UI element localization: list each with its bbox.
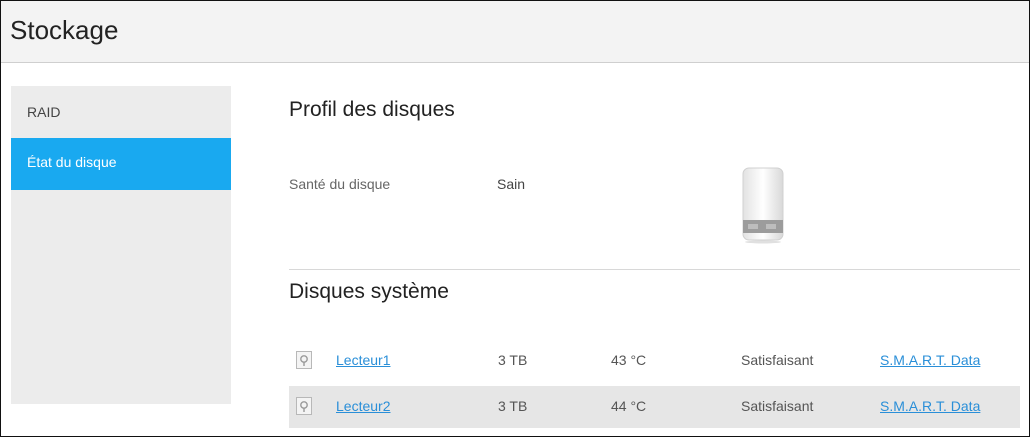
smart-data-link[interactable]: S.M.A.R.T. Data xyxy=(880,352,980,368)
drive-status: Satisfaisant xyxy=(741,398,814,414)
title-bar: Stockage xyxy=(1,1,1029,63)
system-disks-heading: Disques système xyxy=(289,280,449,303)
sidebar-item-disk-status[interactable]: État du disque xyxy=(11,138,231,190)
drive-link[interactable]: Lecteur2 xyxy=(336,398,390,414)
sidebar: RAID État du disque xyxy=(11,86,231,404)
smart-data-link[interactable]: S.M.A.R.T. Data xyxy=(880,398,980,414)
disk-health-label: Santé du disque xyxy=(289,176,391,192)
disk-icon xyxy=(296,397,312,415)
nas-drive-icon xyxy=(742,167,784,244)
drive-size: 3 TB xyxy=(498,352,528,368)
drive-temperature: 43 °C xyxy=(611,352,647,368)
disk-profile-heading: Profil des disques xyxy=(289,98,455,121)
drive-temperature: 44 °C xyxy=(611,398,647,414)
disk-health-value: Sain xyxy=(497,176,526,192)
drive-link[interactable]: Lecteur1 xyxy=(336,352,390,368)
table-row: Lecteur1 3 TB 43 °C Satisfaisant S.M.A.R… xyxy=(289,340,1020,382)
section-divider xyxy=(289,269,1020,270)
drive-status: Satisfaisant xyxy=(741,352,814,368)
disk-icon xyxy=(296,351,312,369)
page-title: Stockage xyxy=(10,15,119,45)
sidebar-item-raid[interactable]: RAID xyxy=(11,86,231,138)
table-row: Lecteur2 3 TB 44 °C Satisfaisant S.M.A.R… xyxy=(289,386,1020,428)
drive-size: 3 TB xyxy=(498,398,528,414)
